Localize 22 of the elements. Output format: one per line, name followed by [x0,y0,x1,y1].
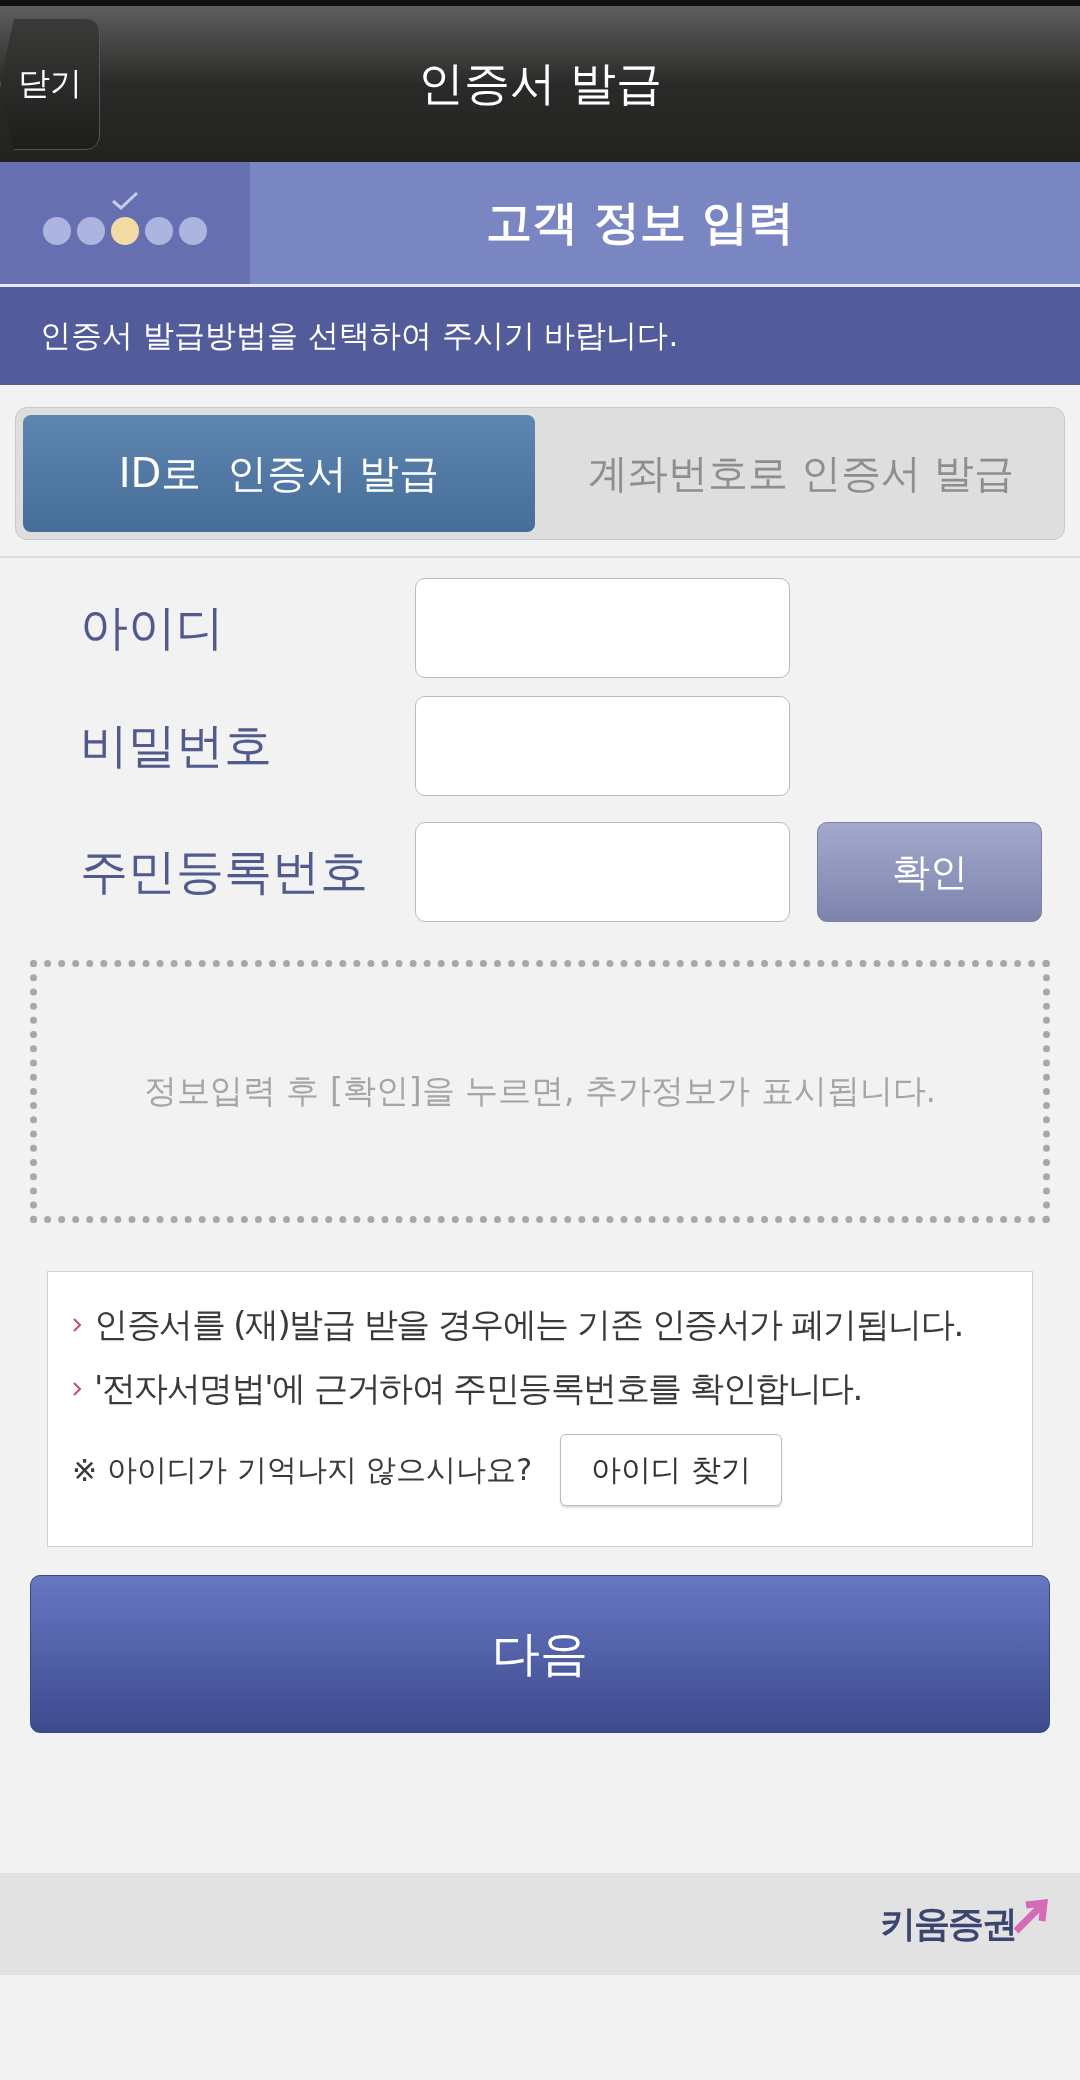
field-label: 비밀번호 [80,716,273,775]
input-field[interactable] [415,696,790,796]
close-button[interactable]: 닫기 [0,18,100,150]
input-field[interactable] [415,822,790,922]
reference-mark: ※ [72,1452,98,1488]
chevron-icon [72,1381,82,1397]
field-label: 주민등록번호 [80,842,369,901]
next-button[interactable]: 다음 [30,1575,1050,1733]
screen-title: 인증서 발급 [416,55,664,112]
hint-text: 정보입력 후 [확인]을 누르면, 추가정보가 표시됩니다. [143,1070,937,1112]
brand-logo: 키움증권 [880,1899,1050,1949]
input-field[interactable] [415,578,790,678]
info-text: 인증서를 (재)발급 받을 경우에는 기존 인증서가 폐기됩니다. [94,1303,963,1346]
check-icon [111,191,139,211]
chevron-icon [72,1317,82,1333]
question-text: 아이디가 기억나지 않으시나요? [107,1450,533,1489]
info-text: '전자서명법'에 근거하여 주민등록번호를 확인합니다. [94,1367,862,1410]
notice-text: 인증서 발급방법을 선택하여 주시기 바랍니다. [40,316,679,355]
step-title: 고객 정보 입력 [485,194,795,251]
field-label: 아이디 [80,598,225,657]
tab[interactable]: ID로 인증서 발급 [23,415,535,532]
find-id-button[interactable]: 아이디 찾기 [560,1434,782,1506]
